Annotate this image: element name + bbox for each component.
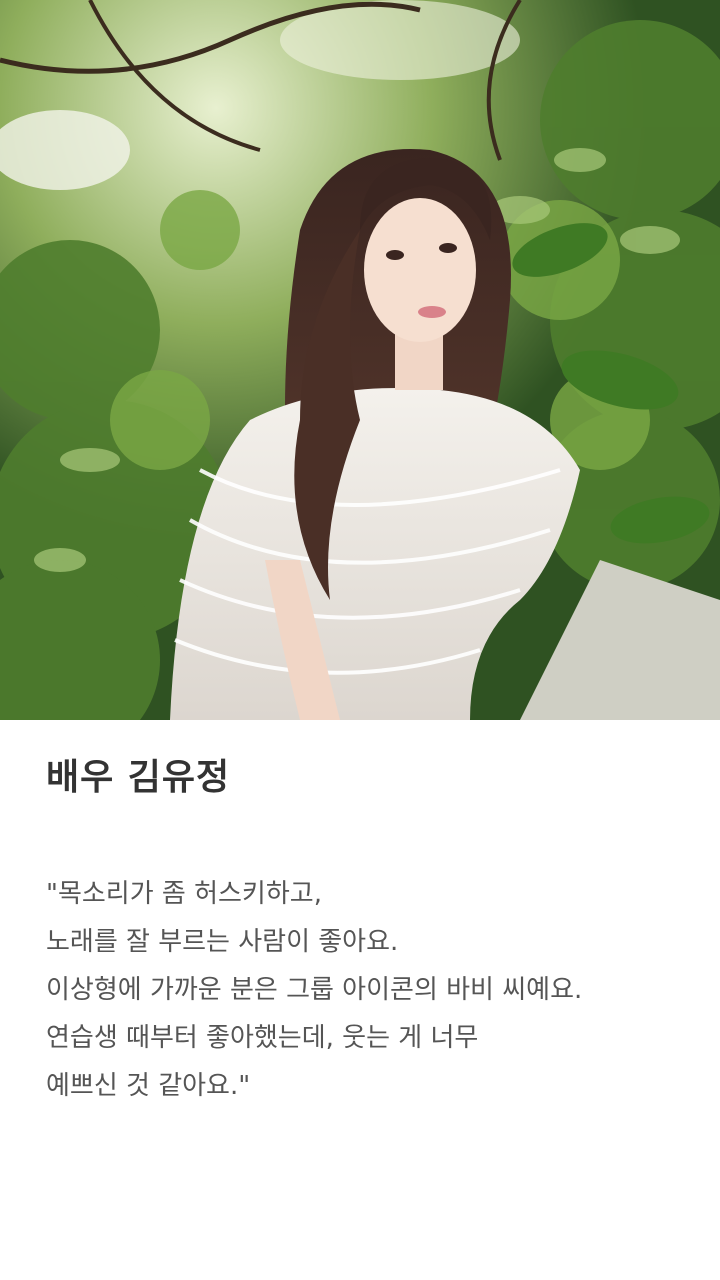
- quote-line: 노래를 잘 부르는 사람이 좋아요.: [46, 927, 399, 957]
- article-title: 배우 김유정: [46, 757, 231, 798]
- quote-line: 예쁘신 것 같아요.": [46, 1071, 251, 1101]
- quote-block: "목소리가 좀 허스키하고, 노래를 잘 부르는 사람이 좋아요. 이상형에 가…: [46, 870, 686, 1110]
- caption: 배우 김유정 "목소리가 좀 허스키하고, 노래를 잘 부르는 사람이 좋아요.…: [46, 760, 686, 1110]
- photo-illustration: [0, 0, 720, 720]
- article-card: 배우 김유정 "목소리가 좀 허스키하고, 노래를 잘 부르는 사람이 좋아요.…: [0, 0, 720, 1280]
- quote-line: 연습생 때부터 좋아했는데, 웃는 게 너무: [46, 1023, 479, 1053]
- quote-line: "목소리가 좀 허스키하고,: [46, 879, 322, 909]
- portrait-photo[interactable]: [0, 0, 720, 720]
- quote-line: 이상형에 가까운 분은 그룹 아이콘의 바비 씨예요.: [46, 975, 583, 1005]
